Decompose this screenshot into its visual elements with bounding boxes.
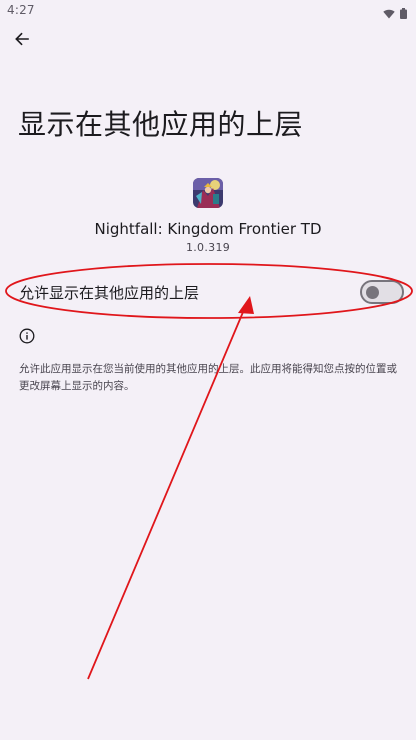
page-title: 显示在其他应用的上层: [18, 108, 304, 141]
app-name: Nightfall: Kingdom Frontier TD: [94, 220, 322, 238]
status-icons: [383, 4, 407, 23]
battery-icon: [400, 4, 407, 23]
arrow-back-icon: [14, 31, 30, 51]
overlay-permission-switch[interactable]: [360, 280, 404, 304]
info-icon: [19, 328, 35, 344]
app-icon: [193, 178, 223, 208]
app-version: 1.0.319: [185, 241, 231, 254]
wifi-icon: [383, 4, 395, 23]
back-button[interactable]: [8, 27, 36, 55]
app-permission-screen: 4:27 显示在其他应用的上层 Nightfall: Kingdom Front…: [0, 0, 416, 740]
switch-thumb: [366, 286, 379, 299]
permission-label: 允许显示在其他应用的上层: [19, 284, 200, 302]
status-time: 4:27: [7, 3, 35, 17]
permission-toggle-row[interactable]: 允许显示在其他应用的上层: [0, 272, 416, 312]
status-bar: 4:27: [0, 0, 416, 20]
permission-description: 允许此应用显示在您当前使用的其他应用的上层。此应用将能得知您点按的位置或更改屏幕…: [19, 363, 397, 392]
